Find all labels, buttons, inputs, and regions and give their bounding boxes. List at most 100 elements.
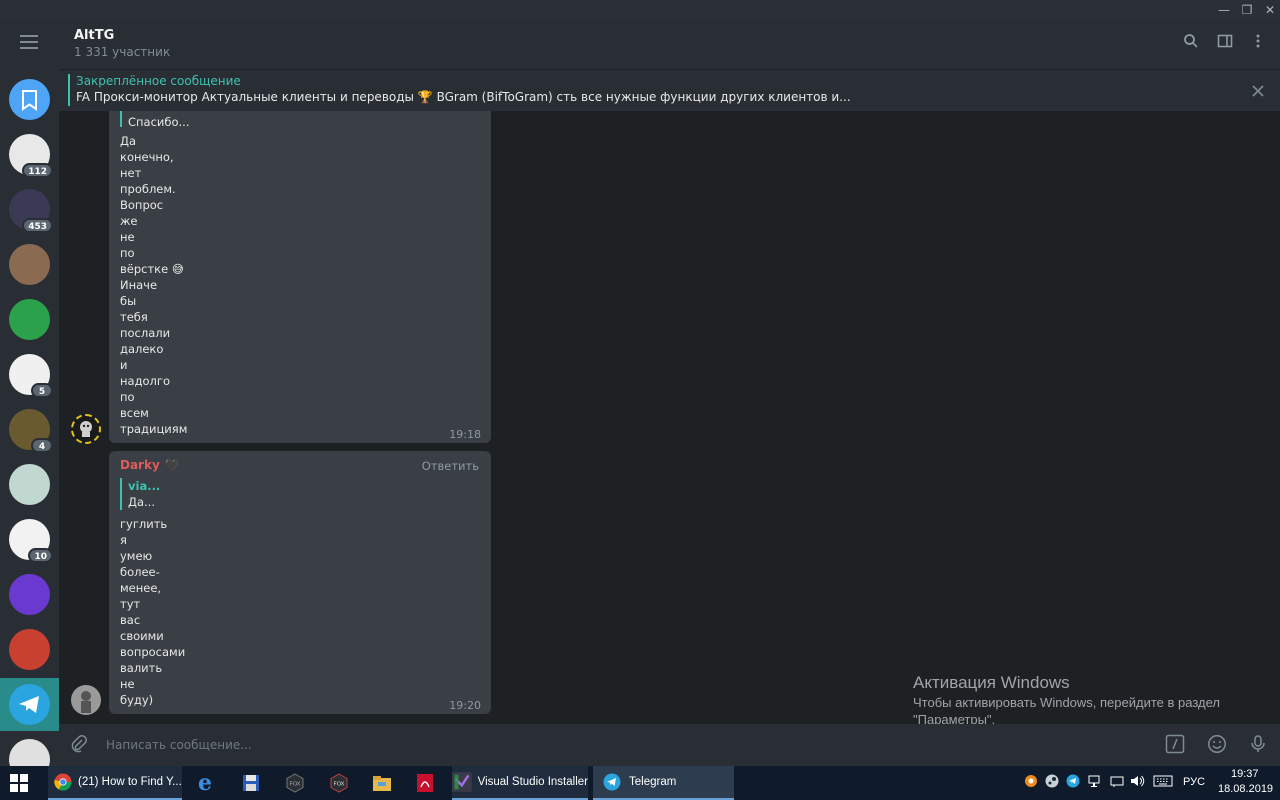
network-icon[interactable]: [1088, 774, 1104, 791]
message-line: проблем.: [120, 182, 176, 196]
edge-icon[interactable]: e: [198, 766, 220, 800]
tray-orange-icon[interactable]: [1024, 774, 1038, 791]
window-titlebar: — ❐ ✕: [0, 0, 1280, 19]
unread-badge: 5: [31, 383, 53, 398]
message-line: я: [120, 533, 127, 547]
message-line: по: [120, 246, 135, 260]
taskbar-visual-studio-installer[interactable]: Visual Studio Installer: [452, 766, 588, 800]
message-time: 19:20: [449, 699, 481, 712]
steam-icon[interactable]: [1045, 774, 1059, 791]
save-app-icon[interactable]: [242, 766, 264, 800]
tray-telegram-icon[interactable]: [1066, 774, 1080, 791]
sidebar-item-chat-9[interactable]: [9, 574, 50, 615]
reply-quote[interactable]: via... Да...: [120, 478, 160, 510]
bot-command-icon[interactable]: [1165, 734, 1185, 759]
sidebar-item-chat-4[interactable]: [9, 299, 50, 340]
minimize-button[interactable]: —: [1212, 0, 1236, 19]
pdf-reader-icon[interactable]: [416, 766, 438, 800]
clock-time[interactable]: 19:37: [1231, 768, 1259, 780]
menu-icon[interactable]: [20, 35, 38, 49]
message-line: буду): [120, 693, 154, 707]
taskbar-chrome-label: (21) How to Find Y...: [78, 776, 182, 788]
visual-studio-icon: [452, 772, 472, 792]
unread-badge: 453: [22, 218, 53, 233]
sidebar-item-saved-messages[interactable]: [9, 79, 50, 120]
sidebar-item-chat-10[interactable]: [9, 629, 50, 670]
search-icon[interactable]: [1181, 33, 1201, 53]
fox-app-icon[interactable]: FOX: [285, 766, 307, 800]
message-line: вопросами: [120, 645, 186, 659]
chat-list-sidebar: 112 453 5 4 10: [0, 19, 59, 766]
activation-line1: Чтобы активировать Windows, перейдите в …: [913, 695, 1220, 710]
more-options-icon[interactable]: [1248, 33, 1268, 53]
avatar[interactable]: [71, 685, 101, 715]
sidebar-item-chat-3[interactable]: [9, 244, 50, 285]
message-line: всем: [120, 406, 149, 420]
message-line: нет: [120, 166, 142, 180]
windows-taskbar: (21) How to Find Y... e FOX FOX Visual S…: [0, 766, 1280, 800]
sidebar-item-chat-2[interactable]: 453: [9, 189, 53, 233]
chat-title[interactable]: AltTG: [74, 28, 114, 43]
volume-icon[interactable]: [1130, 774, 1146, 791]
quote-text: Да...: [128, 495, 155, 509]
message-line: далеко: [120, 342, 164, 356]
language-indicator[interactable]: РУС: [1183, 776, 1205, 788]
message-line: конечно,: [120, 150, 174, 164]
sidebar-item-chat-1[interactable]: 112: [9, 134, 53, 178]
attach-icon[interactable]: [69, 734, 89, 759]
notification-icon[interactable]: [1110, 774, 1124, 791]
fox-app-icon-2[interactable]: FOX: [329, 766, 351, 800]
message-line: бы: [120, 294, 137, 308]
file-explorer-icon[interactable]: [372, 766, 394, 800]
message-line: послали: [120, 326, 171, 340]
reply-quote[interactable]: Спасибо...: [120, 111, 190, 129]
message-line: Да: [120, 134, 137, 148]
close-icon[interactable]: [1251, 79, 1265, 103]
unread-badge: 112: [22, 163, 53, 178]
reply-button[interactable]: Ответить: [422, 459, 479, 473]
telegram-icon: [603, 773, 621, 791]
message-text: гуглить я умею более-менее, тут вас своими вопр…: [120, 516, 185, 708]
taskbar-telegram[interactable]: Telegram: [593, 766, 734, 800]
unread-badge: 10: [28, 548, 53, 563]
message-bubble[interactable]: Спасибо... Да конечно, нет проблем. Вопрос же…: [109, 111, 491, 443]
close-button[interactable]: ✕: [1258, 0, 1280, 19]
chat-member-count: 1 331 участник: [74, 45, 171, 59]
message-line: вёрстке 😅: [120, 262, 184, 276]
sidebar-item-chat-11[interactable]: [9, 684, 50, 725]
restore-button[interactable]: ❐: [1235, 0, 1259, 19]
keyboard-icon[interactable]: [1153, 774, 1173, 791]
pinned-text: FA Прокси-монитор Актуальные клиенты и п…: [76, 90, 851, 104]
message-line: умею: [120, 549, 153, 563]
message-line: и: [120, 358, 128, 372]
windows-start-icon[interactable]: [10, 766, 34, 800]
avatar[interactable]: [71, 414, 101, 444]
message-author[interactable]: Darky 🖤: [120, 458, 179, 472]
quote-author: via...: [128, 479, 161, 493]
sidebar-toggle-icon[interactable]: [1215, 33, 1235, 53]
sidebar-item-chat-8[interactable]: 10: [9, 519, 53, 563]
message-time: 19:18: [449, 428, 481, 441]
sidebar-item-chat-7[interactable]: [9, 464, 50, 505]
message-input[interactable]: Написать сообщение...: [106, 738, 252, 752]
sidebar-item-chat-5[interactable]: 5: [9, 354, 53, 398]
chrome-icon: [54, 773, 72, 791]
svg-text:FOX: FOX: [334, 782, 345, 788]
taskbar-chrome[interactable]: (21) How to Find Y...: [48, 766, 182, 800]
quote-text: Спасибо...: [128, 115, 190, 129]
unread-badge: 4: [31, 438, 53, 453]
message-bubble[interactable]: Darky 🖤 Ответить via... Да... гуглить я ум…: [109, 451, 491, 714]
message-text: Да конечно, нет проблем. Вопрос же не по вёрстке…: [120, 133, 187, 437]
pinned-accent-bar: [68, 74, 70, 106]
pinned-message[interactable]: Закреплённое сообщение FA Прокси-монитор…: [59, 69, 1280, 111]
sidebar-item-chat-6[interactable]: 4: [9, 409, 53, 453]
emoji-icon[interactable]: [1207, 734, 1227, 759]
sidebar-item-chat-12[interactable]: [9, 739, 50, 766]
message-line: Вопрос: [120, 198, 164, 212]
microphone-icon[interactable]: [1248, 734, 1268, 759]
message-list[interactable]: Спасибо... Да конечно, нет проблем. Вопрос же…: [59, 111, 1280, 724]
taskbar-telegram-label: Telegram: [629, 776, 677, 788]
svg-text:FOX: FOX: [290, 782, 301, 788]
chat-header: AltTG 1 331 участник: [59, 19, 1280, 69]
clock-date[interactable]: 18.08.2019: [1218, 783, 1273, 795]
